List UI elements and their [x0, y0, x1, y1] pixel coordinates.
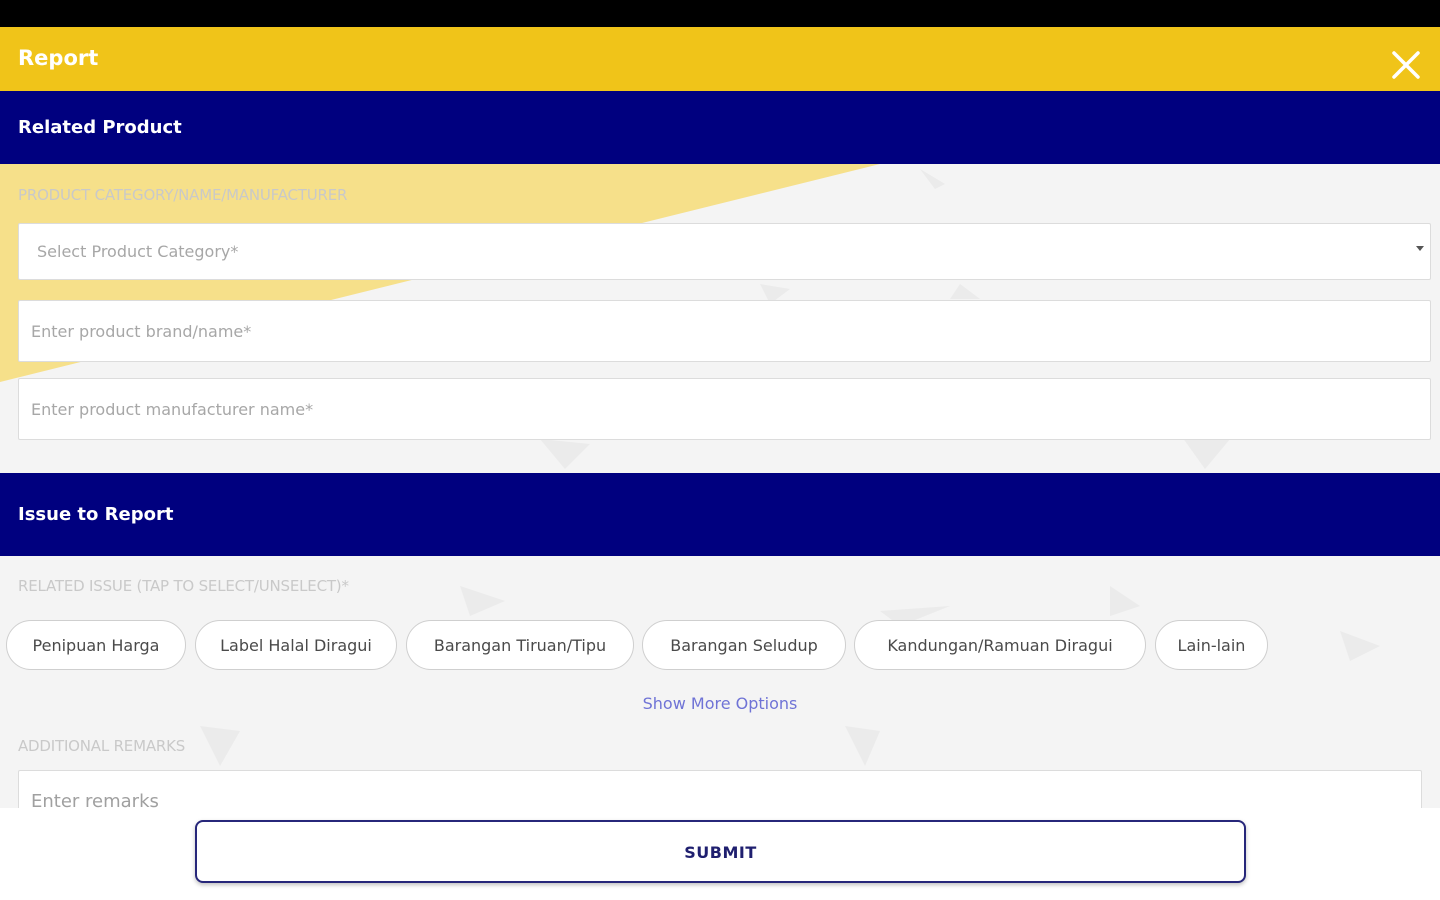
remarks-label: ADDITIONAL REMARKS: [18, 737, 186, 755]
issue-chip[interactable]: Lain-lain: [1155, 620, 1268, 670]
product-manufacturer-input[interactable]: Enter product manufacturer name*: [18, 378, 1431, 440]
related-product-title: Related Product: [18, 117, 182, 138]
page-title: Report: [18, 46, 99, 70]
issue-header: Issue to Report: [0, 473, 1440, 556]
show-more-options-link[interactable]: Show More Options: [0, 694, 1440, 713]
issue-chip[interactable]: Kandungan/Ramuan Diragui: [854, 620, 1146, 670]
product-manufacturer-placeholder: Enter product manufacturer name*: [31, 400, 314, 419]
issue-title: Issue to Report: [18, 504, 174, 525]
issue-chip[interactable]: Penipuan Harga: [6, 620, 186, 670]
issue-chip[interactable]: Label Halal Diragui: [195, 620, 397, 670]
issue-chip[interactable]: Barangan Tiruan/Tipu: [406, 620, 634, 670]
status-bar: [0, 0, 1440, 27]
product-category-placeholder: Select Product Category*: [37, 242, 239, 261]
submit-button[interactable]: SUBMIT: [195, 820, 1246, 883]
issue-chip[interactable]: Barangan Seludup: [642, 620, 846, 670]
product-brand-input[interactable]: Enter product brand/name*: [18, 300, 1431, 362]
product-section-label: PRODUCT CATEGORY/NAME/MANUFACTURER: [18, 186, 348, 204]
close-button[interactable]: [1384, 43, 1428, 87]
app-header: Report: [0, 27, 1440, 91]
close-icon: [1392, 51, 1420, 79]
dropdown-arrow-icon: [1416, 246, 1424, 251]
submit-label: SUBMIT: [684, 843, 757, 862]
product-brand-placeholder: Enter product brand/name*: [31, 322, 252, 341]
related-product-header: Related Product: [0, 91, 1440, 164]
issue-section-label: RELATED ISSUE (TAP TO SELECT/UNSELECT)*: [18, 577, 349, 595]
product-category-select[interactable]: Select Product Category*: [18, 223, 1431, 280]
